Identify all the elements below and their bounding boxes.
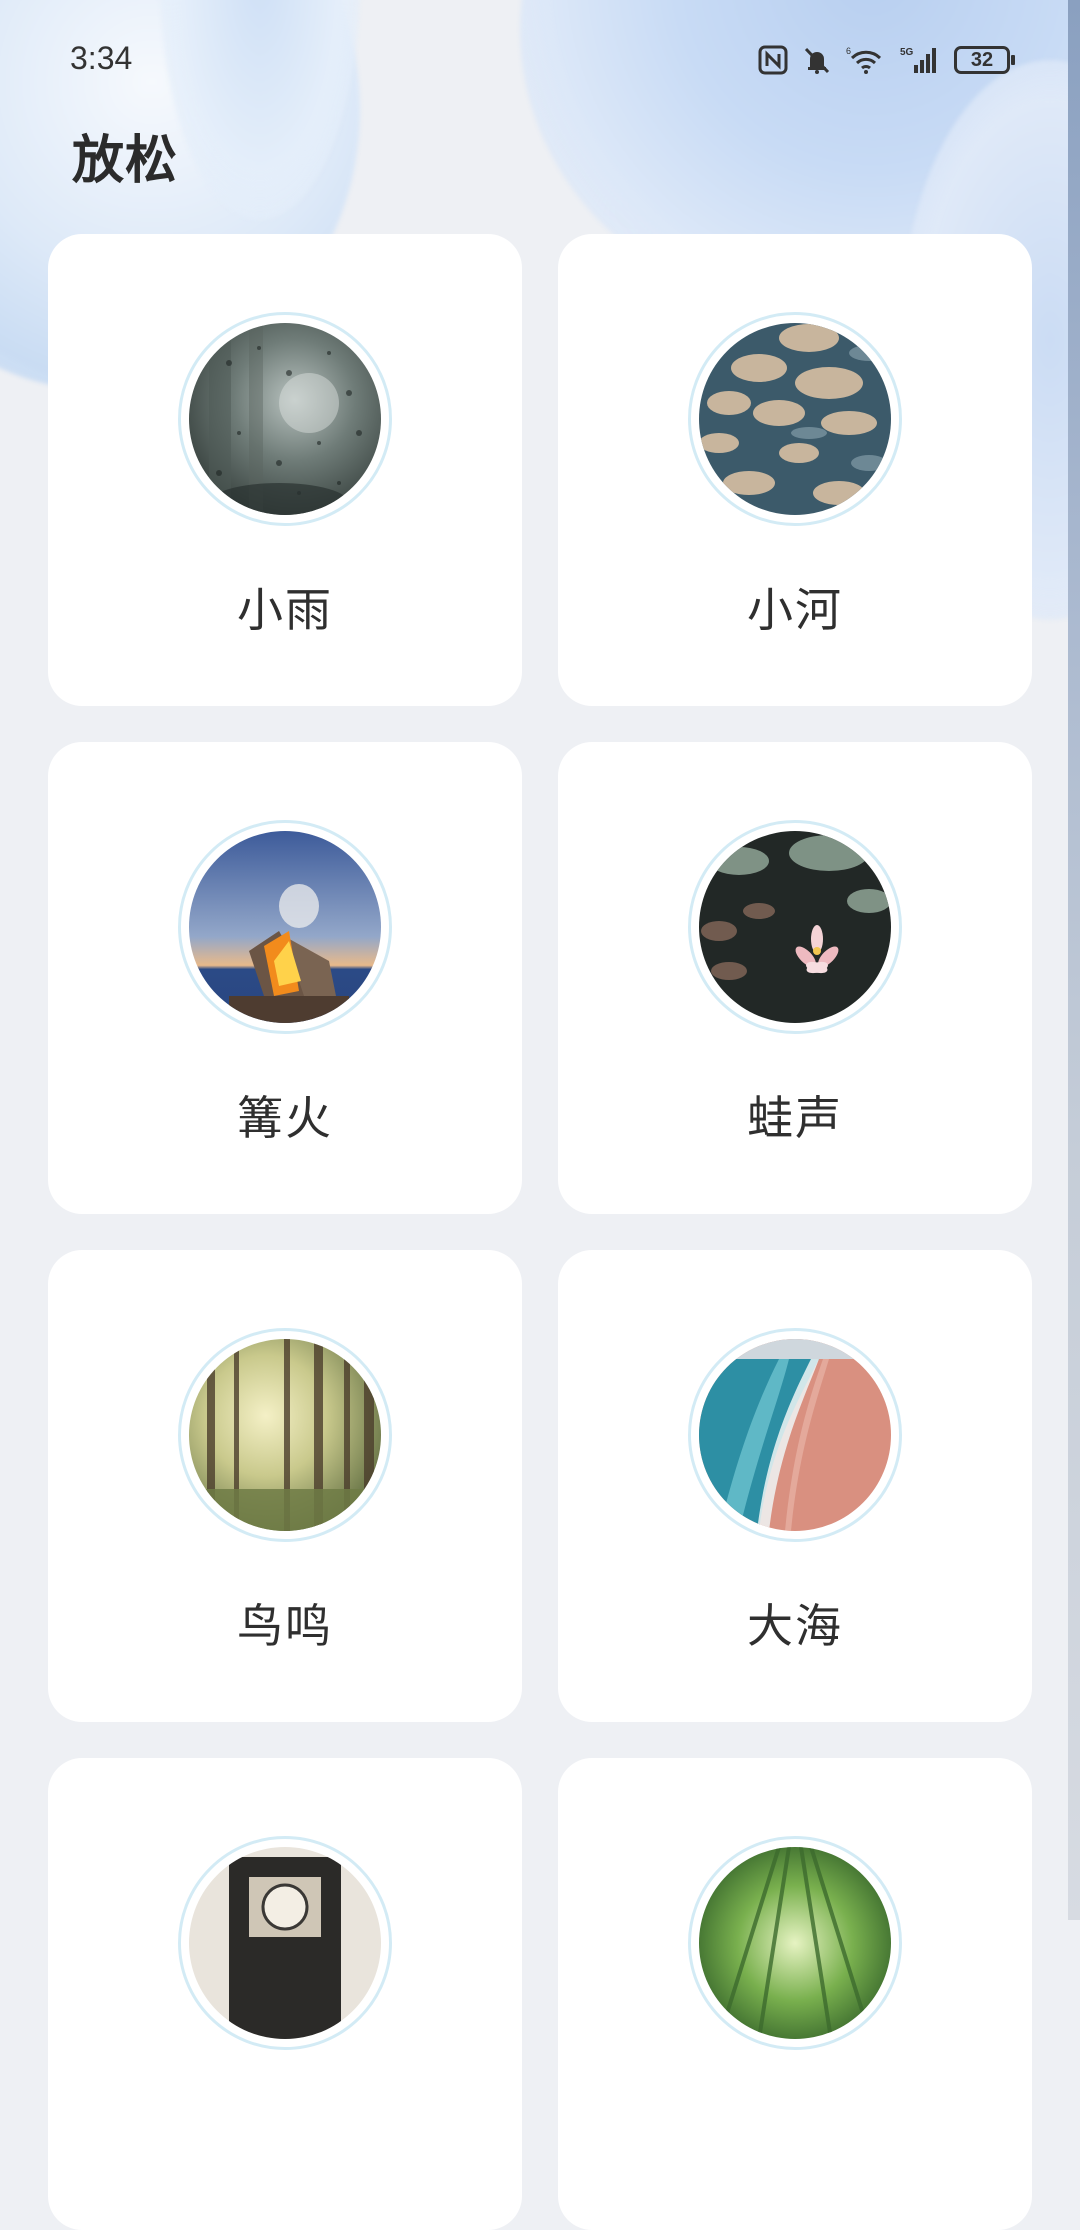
sound-card-birds[interactable]: 鸟鸣 (48, 1250, 522, 1722)
sound-card-label: 蛙声 (747, 1091, 843, 1145)
screen-edge (1068, 0, 1080, 1920)
bell-muted-icon (802, 45, 832, 75)
sound-card-label: 鸟鸣 (237, 1599, 333, 1653)
battery-icon: 32 (954, 46, 1015, 74)
thumbnail-ring (688, 1836, 902, 2050)
sound-card-label: 小河 (747, 583, 843, 637)
nfc-icon (758, 45, 788, 75)
thumbnail-ring (688, 820, 902, 1034)
sound-card-frogs[interactable]: 蛙声 (558, 742, 1032, 1214)
sound-card-rain[interactable]: 小雨 (48, 234, 522, 706)
svg-text:6: 6 (846, 46, 851, 56)
sound-card-label: 篝火 (237, 1091, 333, 1145)
sound-card-label: 小雨 (237, 583, 333, 637)
sound-card-campfire[interactable]: 篝火 (48, 742, 522, 1214)
status-icons: 6 5G 32 (758, 42, 1015, 78)
status-time: 3:34 (70, 40, 133, 76)
campfire-image (189, 831, 381, 1023)
svg-text:5G: 5G (900, 47, 914, 58)
thumbnail-ring (178, 820, 392, 1034)
sound-card-label: 大海 (747, 1599, 843, 1653)
sound-card-sea[interactable]: 大海 (558, 1250, 1032, 1722)
bamboo-forest-image (699, 1847, 891, 2039)
wifi-icon: 6 (846, 45, 886, 75)
sound-card-clock[interactable] (48, 1758, 522, 2230)
lotus-pond-image (699, 831, 891, 1023)
forest-image (189, 1339, 381, 1531)
sound-grid: 小雨 小河 篝火 蛙声 鸟鸣 大海 (48, 234, 1032, 2230)
battery-level: 32 (970, 49, 994, 71)
river-stones-image (699, 323, 891, 515)
thumbnail-ring (688, 312, 902, 526)
clock-image (189, 1847, 381, 2039)
thumbnail-ring (178, 1328, 392, 1542)
sound-card-river[interactable]: 小河 (558, 234, 1032, 706)
signal-5g-icon: 5G (900, 45, 940, 75)
thumbnail-ring (688, 1328, 902, 1542)
thumbnail-ring (178, 1836, 392, 2050)
status-bar: 3:34 6 5G 32 (0, 0, 1080, 120)
rainy-window-image (189, 323, 381, 515)
page-title: 放松 (72, 131, 179, 191)
sound-card-bamboo[interactable] (558, 1758, 1032, 2230)
ocean-beach-image (699, 1339, 891, 1531)
thumbnail-ring (178, 312, 392, 526)
